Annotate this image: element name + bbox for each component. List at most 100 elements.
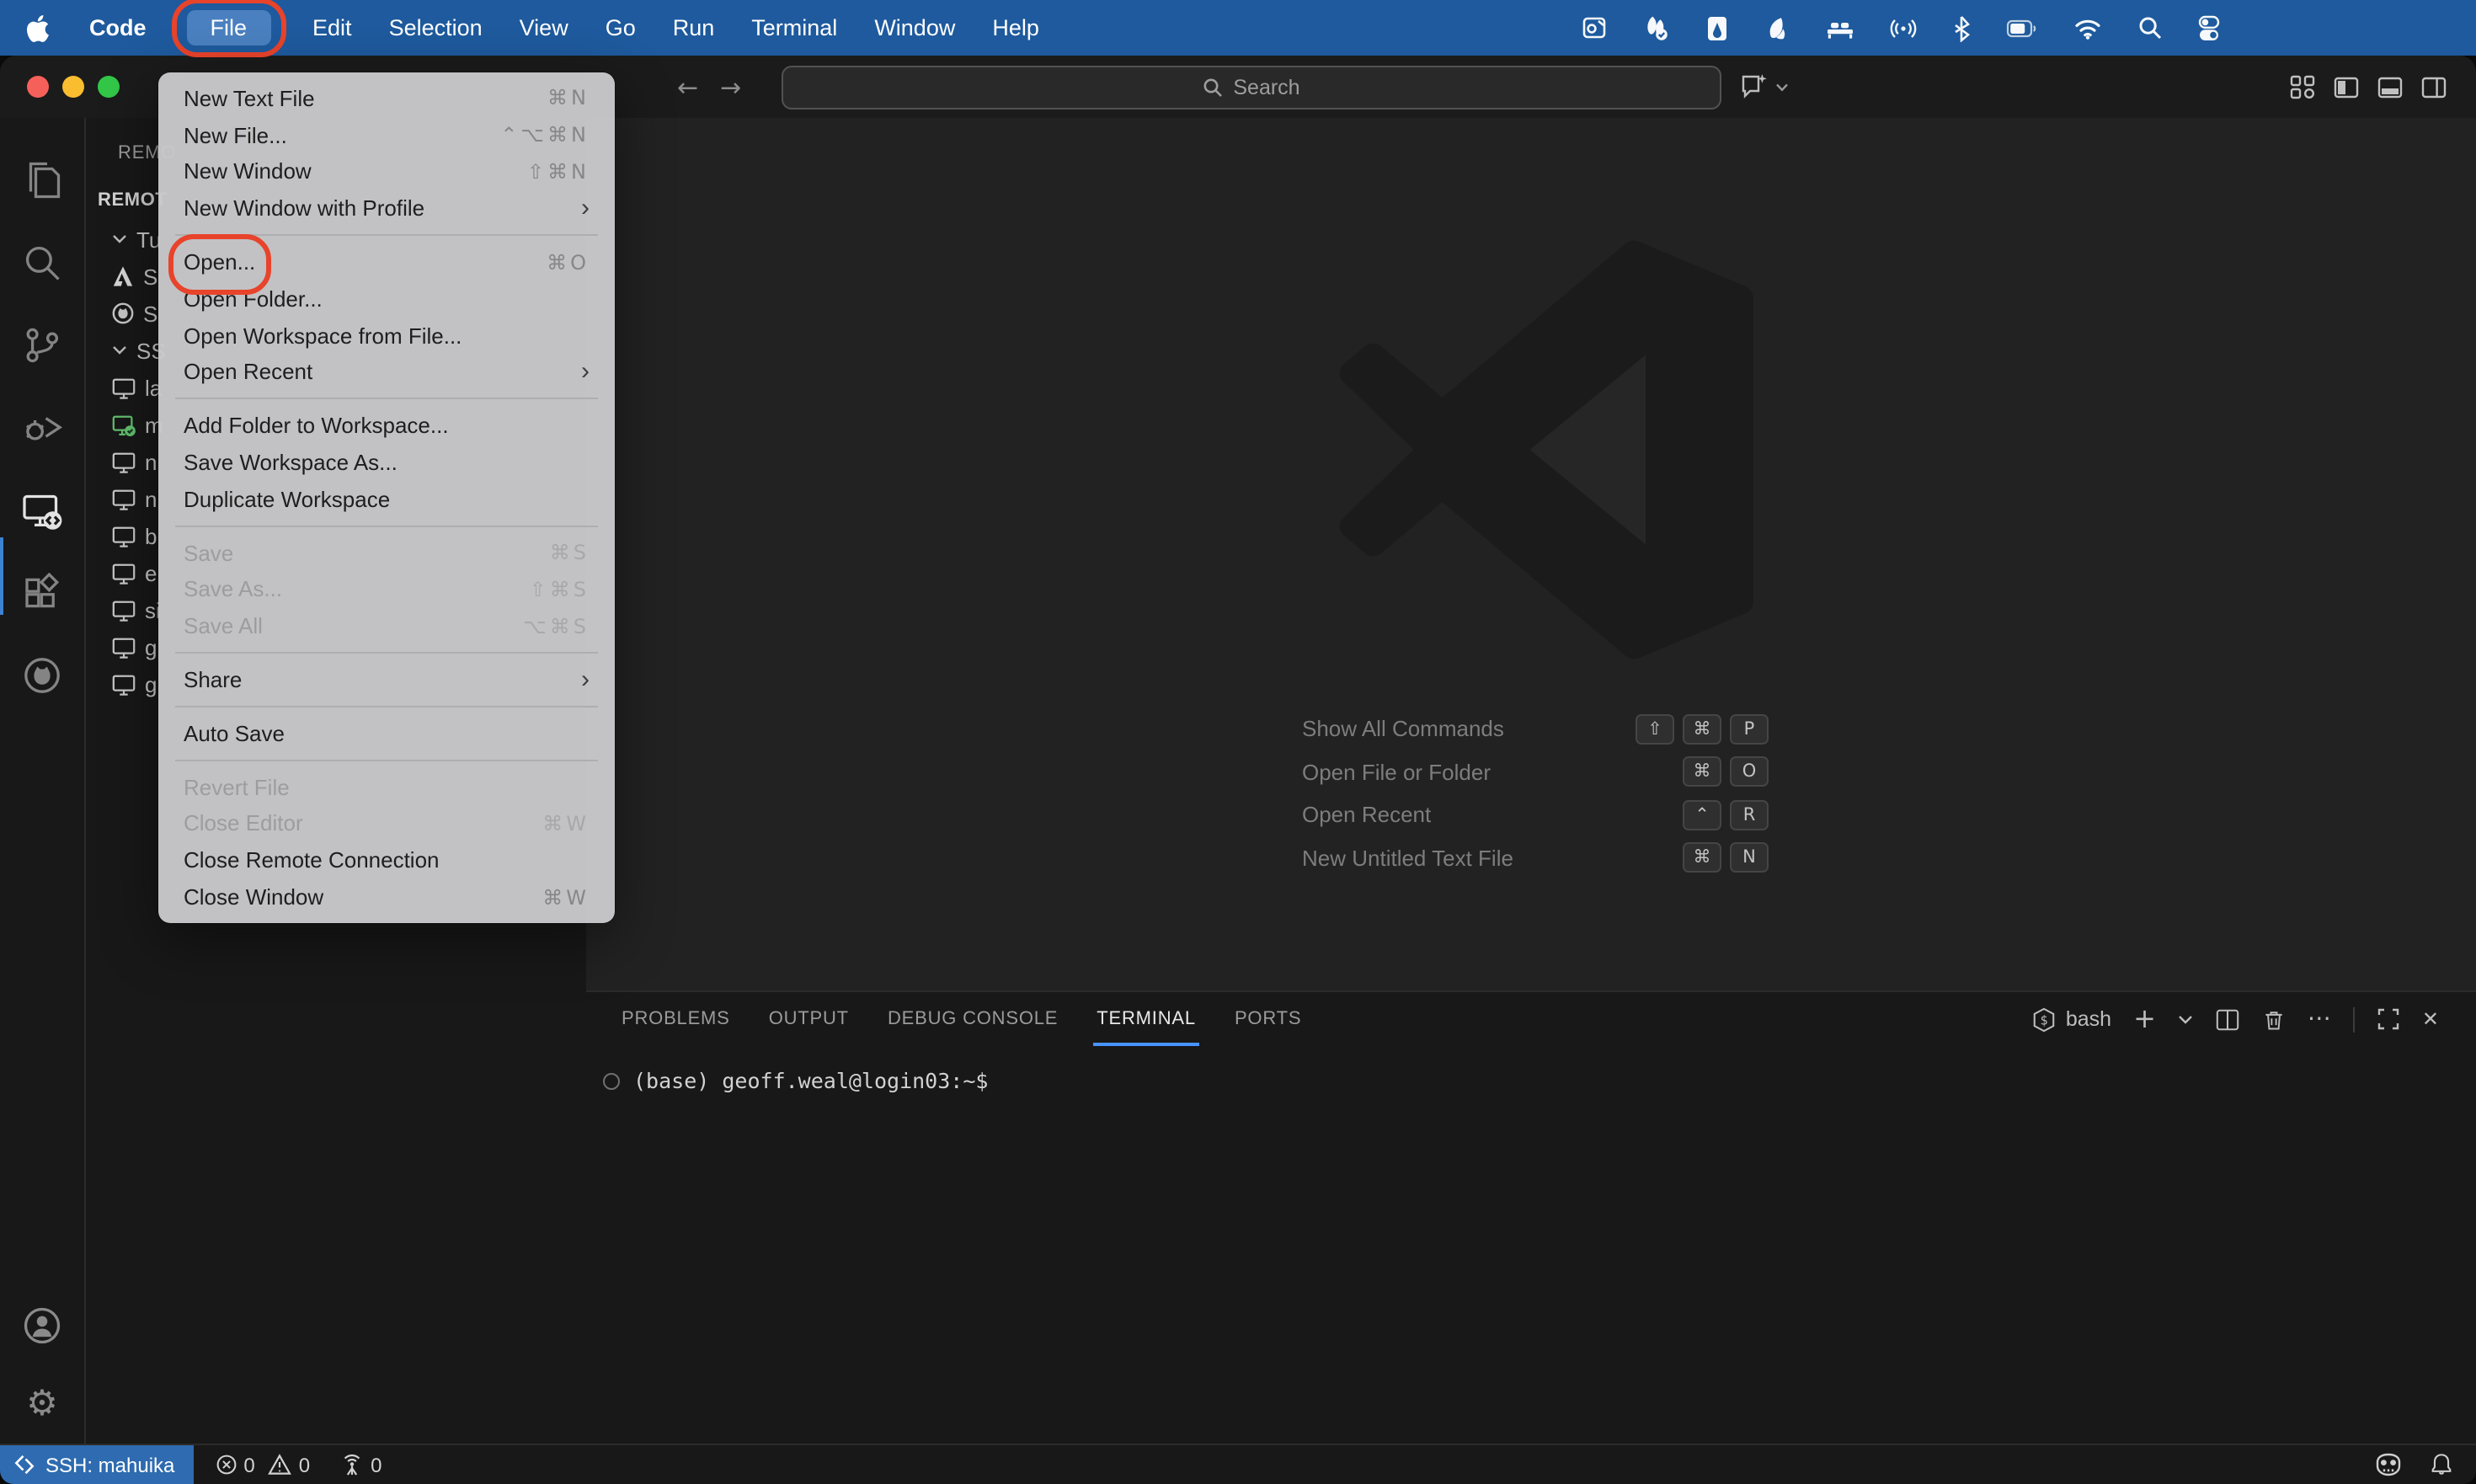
warnings-icon: [268, 1454, 292, 1475]
customize-layout-icon[interactable]: [2289, 73, 2316, 100]
shield-check-icon[interactable]: [1644, 14, 1671, 41]
ports-status[interactable]: 0: [340, 1453, 382, 1476]
metronome-app-icon[interactable]: [1706, 14, 1728, 41]
toggle-panel-icon[interactable]: [2377, 73, 2404, 100]
terminal-content[interactable]: (base) geoff.weal@login03:~$: [586, 1046, 2476, 1093]
terminal-shell-selector[interactable]: $ bash: [2032, 1006, 2111, 1032]
search-placeholder: Search: [1233, 75, 1300, 99]
tab-debug-console[interactable]: DEBUG CONSOLE: [888, 992, 1058, 1046]
zoom-window-button[interactable]: [98, 76, 120, 98]
menu-item-close-editor: Close Editor ⌘W: [184, 810, 590, 836]
search-view-icon[interactable]: [22, 243, 62, 283]
remote-explorer-icon[interactable]: [22, 490, 62, 531]
spotlight-search-icon[interactable]: [2137, 15, 2163, 40]
menu-item-share[interactable]: Share ›: [158, 661, 615, 698]
menu-item-new-window-with-profile[interactable]: New Window with Profile ›: [158, 190, 615, 227]
problems-status[interactable]: 0 0: [215, 1453, 310, 1476]
ports-count: 0: [371, 1453, 382, 1476]
monitor-icon: [112, 451, 136, 472]
controls-divider: [2352, 1006, 2355, 1032]
menu-app-name[interactable]: Code: [72, 15, 163, 40]
menu-item-new-file[interactable]: New File... ⌃⌥⌘N: [158, 117, 615, 154]
menu-item-save-as: Save As... ⇧⌘S: [184, 576, 590, 602]
monitor-icon: [112, 563, 136, 584]
leaf-app-icon[interactable]: [1764, 14, 1790, 41]
minimize-window-button[interactable]: [62, 76, 84, 98]
warnings-count: 0: [298, 1453, 311, 1476]
tab-output[interactable]: OUTPUT: [769, 992, 849, 1046]
settings-gear-icon[interactable]: ⚙: [26, 1385, 58, 1422]
more-actions-icon[interactable]: ⋯: [2308, 1007, 2331, 1031]
menu-item-help[interactable]: Help: [974, 15, 1058, 40]
source-control-icon[interactable]: [22, 325, 62, 366]
toggle-primary-sidebar-icon[interactable]: [2333, 73, 2360, 100]
menu-item-terminal[interactable]: Terminal: [733, 15, 856, 40]
new-terminal-icon[interactable]: +: [2133, 1005, 2156, 1032]
wifi-icon[interactable]: [2073, 16, 2102, 40]
menu-item-new-text-file[interactable]: New Text File ⌘N: [158, 80, 615, 117]
hint-open-file-or-folder: Open File or Folder ⌘ O: [1302, 750, 1769, 793]
vscode-watermark-logo: [1339, 240, 1753, 659]
menu-item-view[interactable]: View: [501, 15, 587, 40]
copilot-chat-button[interactable]: [1738, 56, 1789, 118]
sidebar-section-header[interactable]: REMOT: [98, 190, 167, 211]
close-window-button[interactable]: [27, 76, 49, 98]
bluetooth-icon[interactable]: [1952, 14, 1971, 41]
menu-item-selection[interactable]: Selection: [371, 15, 501, 40]
battery-icon[interactable]: [2006, 16, 2038, 40]
menu-item-go[interactable]: Go: [587, 15, 654, 40]
menu-item-edit[interactable]: Edit: [294, 15, 371, 40]
bash-icon: $: [2034, 1006, 2056, 1032]
remote-indicator[interactable]: SSH: mahuika: [0, 1445, 194, 1484]
menu-item-open-folder[interactable]: Open Folder...: [158, 280, 615, 318]
editor-area: Show All Commands ⇧ ⌘ P Open File or Fol…: [586, 118, 2476, 990]
tab-problems[interactable]: PROBLEMS: [622, 992, 730, 1046]
camera-app-icon[interactable]: [1582, 15, 1609, 40]
maximize-panel-icon[interactable]: [2377, 1007, 2400, 1031]
remote-label: SSH: mahuika: [45, 1453, 175, 1476]
control-center-icon[interactable]: [2198, 14, 2220, 41]
copilot-status-icon[interactable]: [2373, 1452, 2404, 1477]
bed-app-icon[interactable]: [1826, 15, 1854, 40]
tab-ports[interactable]: PORTS: [1235, 992, 1301, 1046]
split-terminal-icon[interactable]: [2215, 1006, 2240, 1032]
menu-item-open-recent[interactable]: Open Recent ›: [158, 354, 615, 391]
menu-item-duplicate-workspace[interactable]: Duplicate Workspace: [158, 481, 615, 518]
extensions-icon[interactable]: [22, 573, 62, 613]
notifications-bell-icon[interactable]: [2429, 1452, 2454, 1477]
menu-item-save-workspace-as[interactable]: Save Workspace As...: [158, 444, 615, 481]
close-panel-icon[interactable]: ✕: [2422, 1007, 2439, 1031]
command-center-search[interactable]: Search: [782, 65, 1721, 109]
search-icon: [1203, 77, 1223, 96]
activity-bar: ⚙: [0, 118, 86, 1444]
navigate-forward-icon[interactable]: →: [720, 72, 741, 102]
menu-item-close-window[interactable]: Close Window ⌘W: [158, 878, 615, 915]
menu-separator: [175, 234, 598, 237]
menu-item-run[interactable]: Run: [654, 15, 734, 40]
monitor-icon: [112, 377, 136, 398]
kill-terminal-icon[interactable]: [2262, 1006, 2286, 1032]
terminal-prompt: (base) geoff.weal@login03:~$: [633, 1068, 989, 1093]
menu-item-auto-save[interactable]: Auto Save: [158, 715, 615, 752]
terminal-dropdown-icon[interactable]: [2178, 1013, 2193, 1025]
airdrop-icon[interactable]: [1890, 14, 1917, 41]
run-and-debug-icon[interactable]: [22, 408, 62, 448]
menu-item-open[interactable]: Open... ⌘O: [158, 243, 615, 280]
screenshot-root: Code File Edit Selection View Go Run Ter…: [0, 0, 2476, 1484]
accounts-icon[interactable]: [22, 1305, 62, 1346]
menu-item-window[interactable]: Window: [856, 15, 974, 40]
explorer-icon[interactable]: [22, 160, 62, 200]
command-decoration-icon: [603, 1072, 620, 1089]
apple-menu-icon[interactable]: [27, 14, 49, 41]
github-view-icon[interactable]: [22, 655, 62, 696]
menu-item-file[interactable]: File: [171, 0, 286, 57]
navigate-back-icon[interactable]: ←: [677, 72, 698, 102]
menu-item-open-workspace-from-file[interactable]: Open Workspace from File...: [158, 318, 615, 355]
menu-item-new-window[interactable]: New Window ⇧⌘N: [158, 153, 615, 190]
monitor-icon: [112, 674, 136, 695]
tab-terminal[interactable]: TERMINAL: [1093, 992, 1199, 1046]
menu-item-add-folder-to-workspace[interactable]: Add Folder to Workspace...: [158, 408, 615, 445]
toggle-secondary-sidebar-icon[interactable]: [2420, 73, 2447, 100]
menu-item-close-remote-connection[interactable]: Close Remote Connection: [158, 842, 615, 879]
hint-new-untitled-text-file: New Untitled Text File ⌘ N: [1302, 836, 1769, 879]
